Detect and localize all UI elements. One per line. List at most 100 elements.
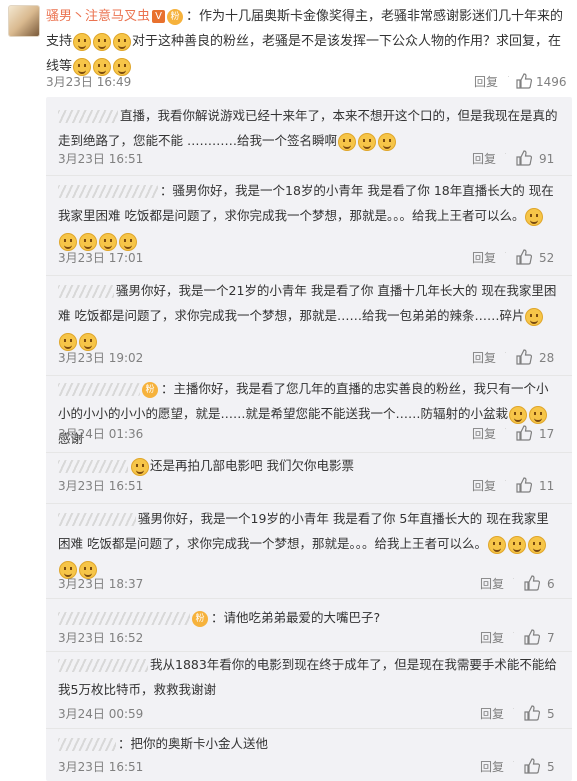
reply-item: 粉：请他吃弟弟最爱的大嘴巴子? 3月23日 16:52 回复 7	[46, 599, 572, 651]
comment-author-link[interactable]: 骚男丶注意马叉虫	[46, 9, 150, 24]
blurred-username[interactable]	[58, 612, 190, 625]
fan-level-icon: 粉	[142, 381, 158, 398]
reply-text: 我从1883年看你的电影到现在终于成年了，但是现在我需要手术能不能给我5万枚比特…	[58, 657, 557, 697]
reply-text: ：把你的奥斯卡小金人送他	[58, 731, 560, 756]
emoji-icon	[525, 307, 544, 326]
fan-level-icon: 粉	[192, 610, 208, 627]
thumbs-up-icon[interactable]	[524, 629, 540, 645]
blurred-username[interactable]	[58, 110, 118, 123]
emoji-icon	[509, 405, 528, 424]
reply-time: 3月23日 16:51	[58, 760, 144, 774]
thumbs-up-icon[interactable]	[516, 249, 532, 265]
reply-text: ：骚男你好，我是一个18岁的小青年 我是看了你 18年直播长大的 现在我家里困难…	[58, 178, 560, 253]
like-count: 1496	[536, 75, 567, 89]
reply-button[interactable]: 回复	[472, 476, 496, 496]
divider	[513, 632, 514, 633]
reply-button[interactable]: 回复	[472, 149, 496, 169]
main-comment: 骚男丶注意马叉虫 V 粉：作为十几届奥斯卡金像奖得主，老骚非常感谢影迷们几十年来的支…	[0, 0, 577, 95]
emoji-icon	[337, 132, 356, 151]
reply-item: ：把你的奥斯卡小金人送他 3月23日 16:51 回复 5	[46, 729, 572, 781]
divider	[508, 76, 509, 77]
reply-button[interactable]: 回复	[472, 424, 496, 444]
like-count: 17	[539, 427, 555, 441]
blurred-username[interactable]	[58, 185, 158, 198]
reply-time: 3月23日 17:01	[58, 251, 144, 265]
divider	[505, 153, 506, 154]
reply-item: ：骚男你好，我是一个18岁的小青年 我是看了你 18年直播长大的 现在我家里困难…	[46, 176, 572, 275]
emoji-icon	[487, 535, 506, 554]
divider	[505, 428, 506, 429]
blurred-username[interactable]	[58, 285, 114, 298]
thumbs-up-icon[interactable]	[516, 349, 532, 365]
reply-time: 3月23日 16:52	[58, 631, 144, 645]
reply-time: 3月23日 16:51	[58, 479, 144, 493]
thumbs-up-icon[interactable]	[516, 425, 532, 441]
fan-level-icon: 粉	[167, 8, 184, 25]
reply-button[interactable]: 回复	[480, 704, 504, 724]
blurred-username[interactable]	[58, 383, 140, 396]
blurred-username[interactable]	[58, 738, 116, 751]
laughing-emoji-icon	[73, 32, 92, 51]
like-count: 52	[539, 251, 555, 265]
reply-button[interactable]: 回复	[474, 72, 498, 92]
reply-meta: 3月23日 17:01 回复 52	[58, 248, 558, 268]
like-count: 6	[547, 577, 555, 591]
reply-meta: 3月23日 18:37 回复 6	[58, 574, 558, 594]
divider	[513, 708, 514, 709]
reply-text: 骚男你好，我是一个19岁的小青年 我是看了你 5年直播长大的 现在我家里困难 吃…	[58, 506, 560, 581]
reply-item: 还是再拍几部电影吧 我们欠你电影票 3月23日 16:51 回复 11	[46, 453, 572, 503]
like-count: 11	[539, 479, 555, 493]
like-count: 91	[539, 152, 555, 166]
emoji-icon	[527, 535, 546, 554]
emoji-icon	[377, 132, 396, 151]
divider	[513, 578, 514, 579]
divider	[505, 352, 506, 353]
reply-button[interactable]: 回复	[480, 757, 504, 777]
reply-text: 粉：请他吃弟弟最爱的大嘴巴子?	[58, 605, 560, 630]
reply-meta: 3月23日 19:02 回复 28	[58, 348, 558, 368]
reply-time: 3月24日 00:59	[58, 707, 144, 721]
reply-text: 骚男你好，我是一个21岁的小青年 我是看了你 直播十几年长大的 现在我家里困难 …	[58, 278, 560, 353]
thumbs-up-icon[interactable]	[516, 477, 532, 493]
reply-button[interactable]: 回复	[480, 574, 504, 594]
reply-button[interactable]: 回复	[480, 628, 504, 648]
reply-item: 粉：主播你好，我是看了您几年的直播的忠实善良的粉丝，我只有一个小小的小小的小小的…	[46, 376, 572, 452]
reply-meta: 3月23日 16:51 回复 11	[58, 476, 558, 496]
divider	[505, 252, 506, 253]
divider	[505, 480, 506, 481]
reply-button[interactable]: 回复	[472, 348, 496, 368]
reply-button[interactable]: 回复	[472, 248, 496, 268]
thumbs-up-icon[interactable]	[524, 575, 540, 591]
like-count: 5	[547, 760, 555, 774]
blurred-username[interactable]	[58, 460, 128, 473]
reply-meta: 3月23日 16:52 回复 7	[58, 628, 558, 648]
emoji-icon	[131, 457, 149, 476]
reply-time: 3月23日 18:37	[58, 577, 144, 591]
reply-time: 3月23日 16:51	[58, 152, 144, 166]
reply-item: 骚男你好，我是一个19岁的小青年 我是看了你 5年直播长大的 现在我家里困难 吃…	[46, 504, 572, 598]
reply-text: 还是再拍几部电影吧 我们欠你电影票	[58, 453, 560, 478]
reply-item: 我从1883年看你的电影到现在终于成年了，但是现在我需要手术能不能给我5万枚比特…	[46, 652, 572, 728]
thumbs-up-icon[interactable]	[516, 150, 532, 166]
reply-meta: 3月23日 16:51 回复 5	[58, 757, 558, 777]
thumbs-up-icon[interactable]	[516, 73, 532, 89]
reply-time: 3月24日 01:36	[58, 427, 144, 441]
thumbs-up-icon[interactable]	[524, 758, 540, 774]
reply-meta: 3月23日 16:51 回复 91	[58, 149, 558, 169]
reply-time: 3月23日 19:02	[58, 351, 144, 365]
verified-v-icon: V	[152, 10, 166, 23]
reply-item: 直播，我看你解说游戏已经十来年了，本来不想开这个口的，但是我现在是真的走到绝路了…	[46, 97, 572, 175]
blurred-username[interactable]	[58, 513, 136, 526]
reply-text: 直播，我看你解说游戏已经十来年了，本来不想开这个口的，但是我现在是真的走到绝路了…	[58, 103, 560, 153]
avatar[interactable]	[8, 5, 40, 37]
divider	[513, 761, 514, 762]
laughing-emoji-icon	[93, 32, 112, 51]
reply-item: 骚男你好，我是一个21岁的小青年 我是看了你 直播十几年长大的 现在我家里困难 …	[46, 276, 572, 375]
comment-time: 3月23日 16:49	[46, 75, 132, 89]
blurred-username[interactable]	[58, 659, 148, 672]
reply-meta: 3月24日 01:36 回复 17	[58, 424, 558, 444]
replies-panel: 直播，我看你解说游戏已经十来年了，本来不想开这个口的，但是我现在是真的走到绝路了…	[46, 97, 572, 781]
thumbs-up-icon[interactable]	[524, 705, 540, 721]
like-count: 5	[547, 707, 555, 721]
emoji-icon	[507, 535, 526, 554]
